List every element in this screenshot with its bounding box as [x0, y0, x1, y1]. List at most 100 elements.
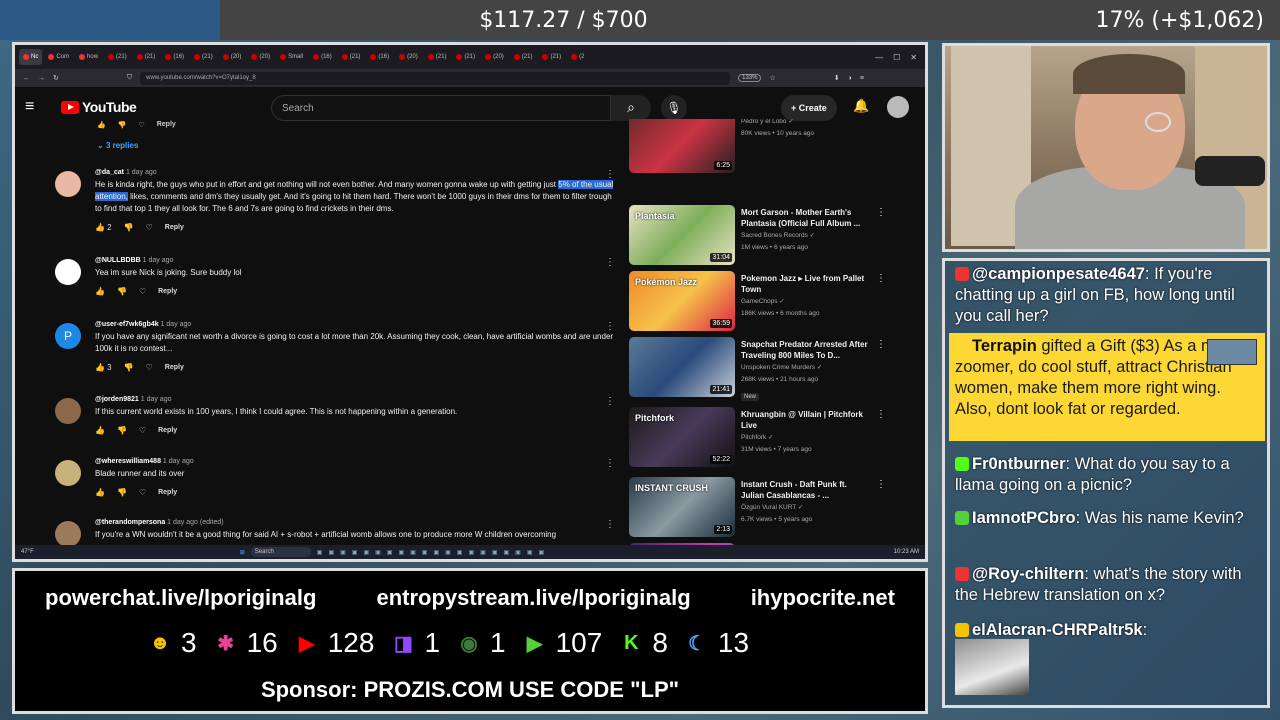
- video-item[interactable]: Pitchfork 52:22 Khruangbin @ Villain | Pit…: [629, 407, 925, 469]
- extension-icon[interactable]: ◑: [848, 75, 852, 82]
- chat-username[interactable]: elAlacran-CHRPaltr5k: [972, 621, 1143, 639]
- zoom-level[interactable]: 133%: [738, 74, 762, 82]
- chat-username[interactable]: @Roy-chiltern: [972, 565, 1084, 583]
- video-channel[interactable]: Özgün Vural KURT ✓: [741, 503, 871, 513]
- notifications-bell-icon[interactable]: 🔔: [853, 98, 869, 114]
- video-thumbnail[interactable]: Pokémon Jazz 36:59: [629, 271, 735, 331]
- browser-tab[interactable]: (21): [133, 49, 160, 65]
- dislike-icon[interactable]: 👎: [124, 363, 134, 372]
- like-icon[interactable]: 👍 3: [95, 363, 112, 372]
- video-title[interactable]: Instant Crush - Daft Punk ft. Julian Cas…: [741, 479, 871, 501]
- browser-tab[interactable]: how: [75, 49, 102, 65]
- more-actions-icon[interactable]: ⋮: [605, 519, 615, 530]
- browser-tab[interactable]: Com: [44, 49, 73, 65]
- chat-username[interactable]: Terrapin: [972, 337, 1037, 355]
- like-icon[interactable]: 👍 2: [95, 223, 112, 232]
- browser-tab[interactable]: (16): [366, 49, 393, 65]
- browser-tab[interactable]: (20): [219, 49, 246, 65]
- video-channel[interactable]: Sacred Bones Records ✓: [741, 231, 871, 241]
- browser-tab[interactable]: (20): [395, 49, 422, 65]
- more-actions-icon[interactable]: ⋮: [605, 458, 615, 469]
- account-avatar[interactable]: [887, 96, 909, 118]
- hamburger-menu-icon[interactable]: ≡: [25, 98, 49, 116]
- reply-button[interactable]: Reply: [158, 427, 177, 434]
- reply-button[interactable]: Reply: [158, 489, 177, 496]
- search-input[interactable]: Search: [271, 95, 611, 121]
- menu-icon[interactable]: ≡: [860, 75, 864, 82]
- browser-tab[interactable]: (21): [338, 49, 365, 65]
- download-icon[interactable]: ⬇: [834, 74, 840, 82]
- video-channel[interactable]: Pitchfork ✓: [741, 433, 871, 443]
- chat-username[interactable]: @campionpesate4647: [972, 265, 1145, 283]
- browser-tab[interactable]: (20): [481, 49, 508, 65]
- comment-avatar[interactable]: [55, 398, 81, 424]
- video-item[interactable]: Plantasia 31:04 Mort Garson - Mother Earth…: [629, 205, 925, 267]
- video-title[interactable]: Snapchat Predator Arrested After Traveli…: [741, 339, 871, 361]
- heart-icon[interactable]: ♡: [139, 488, 146, 497]
- browser-tab[interactable]: Small: [276, 49, 307, 65]
- maximize-icon[interactable]: ☐: [893, 53, 900, 62]
- comment-avatar[interactable]: [55, 259, 81, 285]
- forward-icon[interactable]: →: [38, 75, 45, 82]
- more-actions-icon[interactable]: ⋮: [605, 169, 615, 180]
- video-channel[interactable]: Pedro y el Lobo ✓: [741, 119, 871, 127]
- heart-icon[interactable]: ♡: [146, 223, 153, 232]
- video-title[interactable]: Khruangbin @ Villain | Pitchfork Live: [741, 409, 871, 431]
- browser-tab[interactable]: (21): [190, 49, 217, 65]
- video-item[interactable]: 6:25 Pedro y el Lobo ✓ 80K views • 10 year…: [629, 119, 925, 175]
- browser-tab[interactable]: (21): [510, 49, 537, 65]
- video-thumbnail[interactable]: Plantasia 31:04: [629, 205, 735, 265]
- video-more-icon[interactable]: ⋮: [876, 339, 886, 350]
- weather-widget[interactable]: 47°F: [21, 549, 34, 555]
- browser-tab[interactable]: (2: [567, 49, 588, 65]
- reload-icon[interactable]: ↻: [53, 74, 59, 82]
- url-field[interactable]: www.youtube.com/watch?v=O7ytal1oy_8: [140, 71, 731, 85]
- video-title[interactable]: Mort Garson - Mother Earth's Plantasia (…: [741, 207, 871, 229]
- like-icon[interactable]: 👍: [95, 287, 105, 296]
- bookmark-star-icon[interactable]: ☆: [769, 74, 775, 82]
- dislike-icon[interactable]: 👎: [124, 223, 134, 232]
- heart-icon[interactable]: ♡: [139, 287, 146, 296]
- browser-tab[interactable]: Nc: [19, 49, 43, 65]
- browser-tab[interactable]: (21): [538, 49, 565, 65]
- browser-tab[interactable]: (16): [161, 49, 188, 65]
- browser-tab[interactable]: (16): [309, 49, 336, 65]
- close-icon[interactable]: ✕: [910, 53, 917, 62]
- create-button[interactable]: + Create: [781, 95, 837, 121]
- video-channel[interactable]: GameChops ✓: [741, 297, 871, 307]
- back-icon[interactable]: ←: [23, 75, 30, 82]
- comment-author[interactable]: @whereswilliam488 1 day ago: [95, 458, 615, 465]
- video-thumbnail[interactable]: Pitchfork 52:22: [629, 407, 735, 467]
- like-icon[interactable]: 👍: [95, 426, 105, 435]
- comment-author[interactable]: @NULLBDBB 1 day ago: [95, 257, 615, 264]
- comment-author[interactable]: @user-ef7wk6gb4k 1 day ago: [95, 321, 615, 328]
- video-channel[interactable]: Unspoken Crime Murders ✓: [741, 363, 871, 373]
- dislike-icon[interactable]: 👎: [117, 287, 127, 296]
- video-item[interactable]: INSTANT CRUSH 2:13 Instant Crush - Daft Pu…: [629, 477, 925, 539]
- browser-tab[interactable]: (20): [247, 49, 274, 65]
- video-thumbnail[interactable]: 21:41: [629, 337, 735, 397]
- video-more-icon[interactable]: ⋮: [876, 273, 886, 284]
- heart-icon[interactable]: ♡: [139, 426, 146, 435]
- video-more-icon[interactable]: ⋮: [876, 479, 886, 490]
- search-icon[interactable]: ⌕: [611, 95, 651, 121]
- minimize-icon[interactable]: —: [875, 53, 883, 62]
- video-item[interactable]: 21:41 Snapchat Predator Arrested After Tr…: [629, 337, 925, 401]
- like-icon[interactable]: 👍: [95, 488, 105, 497]
- clock[interactable]: 10:23 AM: [894, 549, 919, 555]
- video-thumbnail[interactable]: INSTANT CRUSH 2:13: [629, 477, 735, 537]
- windows-start-icon[interactable]: ⊞: [240, 549, 245, 556]
- reply-button[interactable]: Reply: [158, 288, 177, 295]
- dislike-icon[interactable]: 👎: [117, 426, 127, 435]
- comment-avatar[interactable]: P: [55, 323, 81, 349]
- more-actions-icon[interactable]: ⋮: [605, 257, 615, 268]
- browser-tab[interactable]: (21): [104, 49, 131, 65]
- comment-author[interactable]: @therandompersona 1 day ago (edited): [95, 519, 615, 526]
- more-actions-icon[interactable]: ⋮: [605, 396, 615, 407]
- comment-author[interactable]: @jorden9821 1 day ago: [95, 396, 615, 403]
- chat-username[interactable]: IamnotPCbro: [972, 509, 1076, 527]
- comment-avatar[interactable]: [55, 171, 81, 197]
- dislike-icon[interactable]: 👎: [117, 488, 127, 497]
- browser-tab[interactable]: (21): [452, 49, 479, 65]
- video-thumbnail[interactable]: 6:25: [629, 119, 735, 173]
